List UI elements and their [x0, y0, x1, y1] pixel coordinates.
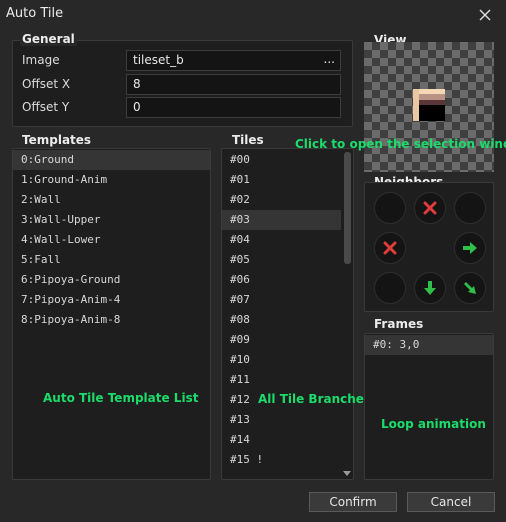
neighbor-bottom-right[interactable] [454, 272, 486, 304]
offset-x-label: Offset X [22, 77, 71, 91]
tile-list-item[interactable]: #04 [222, 230, 341, 250]
close-button[interactable] [474, 4, 496, 26]
frame-list-item[interactable]: #0: 3,0 [365, 335, 493, 355]
window-title: Auto Tile [6, 6, 64, 21]
cancel-button[interactable]: Cancel [407, 492, 495, 512]
template-list-item[interactable]: 4:Wall-Lower [13, 230, 210, 250]
tile-list-item[interactable]: #08 [222, 310, 341, 330]
neighbors-panel [364, 182, 494, 312]
browse-button[interactable]: ... [324, 52, 335, 67]
neighbor-bottom[interactable] [414, 272, 446, 304]
image-field[interactable]: tileset_b ... [126, 50, 341, 71]
tile-image [413, 89, 445, 121]
title-bar [0, 0, 506, 30]
tile-preview[interactable] [364, 42, 494, 172]
template-list-item[interactable]: 0:Ground [13, 150, 210, 170]
template-list-item[interactable]: 2:Wall [13, 190, 210, 210]
cross-icon [383, 241, 397, 255]
offset-y-field[interactable]: 0 [126, 97, 341, 118]
neighbor-left[interactable] [374, 232, 406, 264]
image-value: tileset_b [133, 53, 184, 67]
tile-list-item[interactable]: #10 [222, 350, 341, 370]
offset-x-field[interactable]: 8 [126, 74, 341, 95]
tiles-list: #00 #01 #02 #03 #04 #05 #06 #07 #08 #09 #10 #11 #12 #… [221, 148, 354, 480]
close-icon [479, 9, 491, 21]
tile-list-item[interactable]: #00 [222, 150, 341, 170]
tile-list-item[interactable]: #02 [222, 190, 341, 210]
tile-list-item[interactable]: #06 [222, 270, 341, 290]
scroll-down-icon[interactable] [343, 471, 351, 477]
frames-annotation: Loop animation [381, 417, 486, 431]
tile-list-item[interactable]: #11 [222, 370, 341, 390]
template-list-item[interactable]: 7:Pipoya-Anim-4 [13, 290, 210, 310]
tile-list-item[interactable]: #15 ! [222, 450, 341, 470]
tile-list-item[interactable]: #07 [222, 290, 341, 310]
arrow-down-right-icon [464, 282, 476, 294]
templates-heading: Templates [22, 133, 92, 147]
tile-list-item[interactable]: #13 [222, 410, 341, 430]
tile-list-item[interactable]: #09 [222, 330, 341, 350]
offset-y-label: Offset Y [22, 100, 70, 114]
tile-list-item[interactable]: #01 [222, 170, 341, 190]
templates-annotation: Auto Tile Template List [43, 391, 199, 405]
template-list-item[interactable]: 5:Fall [13, 250, 210, 270]
general-heading: General [20, 32, 77, 46]
tiles-scrollbar[interactable] [344, 152, 351, 264]
tile-list-item[interactable]: #03 [222, 210, 341, 230]
tiles-annotation: All Tile Branches [258, 392, 372, 406]
neighbor-right[interactable] [454, 232, 486, 264]
template-list-item[interactable]: 6:Pipoya-Ground [13, 270, 210, 290]
template-list-item[interactable]: 8:Pipoya-Anim-8 [13, 310, 210, 330]
cross-icon [423, 201, 437, 215]
template-list-item[interactable]: 1:Ground-Anim [13, 170, 210, 190]
tile-list-item[interactable]: #14 [222, 430, 341, 450]
arrow-right-icon [463, 242, 477, 254]
tiles-heading: Tiles [232, 133, 264, 147]
arrow-down-icon [424, 281, 436, 295]
template-list-item[interactable]: 3:Wall-Upper [13, 210, 210, 230]
neighbor-top-left[interactable] [374, 192, 406, 224]
neighbor-top[interactable] [414, 192, 446, 224]
tile-list-item[interactable]: #05 [222, 250, 341, 270]
neighbor-top-right[interactable] [454, 192, 486, 224]
frames-heading: Frames [374, 317, 424, 331]
templates-list: 0:Ground 1:Ground-Anim 2:Wall 3:Wall-Upper 4… [12, 148, 211, 480]
neighbor-bottom-left[interactable] [374, 272, 406, 304]
confirm-button[interactable]: Confirm [309, 492, 397, 512]
frames-list: #0: 3,0 [364, 333, 494, 480]
image-label: Image [22, 53, 60, 67]
